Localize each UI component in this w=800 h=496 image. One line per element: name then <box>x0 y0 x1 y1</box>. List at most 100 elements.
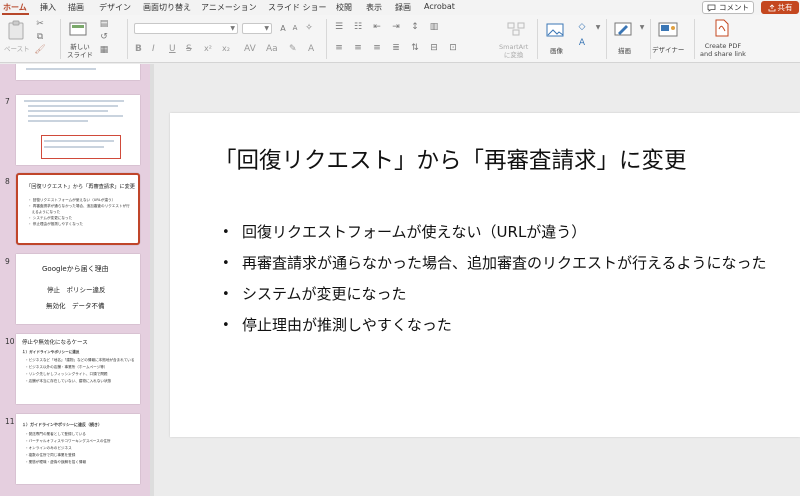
italic-button[interactable]: I <box>152 44 155 54</box>
clear-format-icon[interactable]: ✧ <box>304 22 314 34</box>
font-color-icon[interactable]: A <box>308 44 314 54</box>
ribbon-divider <box>60 19 61 59</box>
slide-number: 9 <box>5 257 10 266</box>
section-icon[interactable]: ▦ <box>98 45 110 55</box>
image-label: 画像 <box>550 47 563 55</box>
font-name-select[interactable]: ▼ <box>134 23 238 34</box>
layout-icon[interactable]: ▤ <box>98 19 110 29</box>
strikethrough-button[interactable]: S <box>186 44 192 54</box>
text-direction-icon[interactable]: ⇅ <box>409 42 421 54</box>
image-button[interactable] <box>545 21 565 39</box>
paste-label: ペースト <box>4 45 30 53</box>
pdf-icon <box>715 19 729 37</box>
bullets-icon[interactable]: ☰ <box>333 21 345 33</box>
smartart-icon <box>507 22 525 36</box>
bullet-item[interactable]: 停止理由が推測しやすくなった <box>222 310 782 341</box>
tab-transitions[interactable]: 画面切り替え <box>143 2 191 13</box>
create-pdf-button[interactable] <box>712 19 732 37</box>
tab-animations[interactable]: アニメーション <box>201 2 257 13</box>
font-size-select[interactable]: ▼ <box>242 23 272 34</box>
slide-thumbnail-8[interactable]: 「回復リクエスト」から「再審査請求」に変更 ・ 回復リクエストフォームが使えない… <box>16 173 140 245</box>
highlight-icon[interactable]: ✎ <box>289 44 297 54</box>
tab-record[interactable]: 録画 <box>395 2 411 13</box>
designer-button[interactable] <box>657 20 679 40</box>
thumbnail-title: 停止や無効化になるケース <box>22 340 88 346</box>
tab-acrobat[interactable]: Acrobat <box>424 2 455 11</box>
slide-title[interactable]: 「回復リクエスト」から「再審査請求」に変更 <box>214 143 687 175</box>
slide-bullet-list[interactable]: 回復リクエストフォームが使えない（URLが違う） 再審査請求が通らなかった場合、… <box>222 217 782 341</box>
slide-thumbnail-9[interactable]: Googleから届く理由 停止 ポリシー違反 無効化 データ不備 <box>16 254 140 324</box>
format-painter-icon[interactable]: 🖌 <box>34 45 45 55</box>
align-right-icon[interactable]: ≡ <box>371 42 383 54</box>
slide-thumbnail-10[interactable]: 停止や無効化になるケース １）ガイドラインやポリシーに違反 ・ビジネスなど「地名… <box>16 334 140 404</box>
ribbon-tab-bar: ホーム 挿入 描画 デザイン 画面切り替え アニメーション スライド ショー 校… <box>0 0 800 15</box>
increase-font-icon[interactable]: A <box>278 22 288 34</box>
slide-editor[interactable]: 「回復リクエスト」から「再審査請求」に変更 回復リクエストフォームが使えない（U… <box>170 113 800 437</box>
slide-thumbnail-pane: 7 8 「回復リクエスト」から「再審査請求」に変更 ・ 回復リクエストフォームが… <box>0 64 150 496</box>
slide-thumbnail-7[interactable] <box>16 95 140 165</box>
comment-label: コメント <box>719 3 749 12</box>
tab-view[interactable]: 表示 <box>366 2 382 13</box>
tab-design[interactable]: デザイン <box>99 2 131 13</box>
columns-icon[interactable]: ▥ <box>428 21 440 33</box>
slide-number: 7 <box>5 97 10 106</box>
tab-review[interactable]: 校閲 <box>336 2 352 13</box>
underline-button[interactable]: U <box>169 44 176 54</box>
thumbnail-title: Googleから届く理由 <box>42 265 109 273</box>
tab-slideshow[interactable]: スライド ショー <box>268 2 327 13</box>
text-box-icon[interactable]: ⊡ <box>447 42 459 54</box>
justify-icon[interactable]: ≣ <box>390 42 402 54</box>
reset-icon[interactable]: ↺ <box>98 32 110 42</box>
decrease-indent-icon[interactable]: ⇤ <box>371 21 383 33</box>
ribbon-divider <box>650 19 651 59</box>
ribbon-divider <box>694 19 695 59</box>
tab-home[interactable]: ホーム <box>3 2 27 13</box>
copy-icon[interactable]: ⧉ <box>35 32 45 42</box>
cut-icon[interactable]: ✂ <box>35 19 45 29</box>
clipboard-icon <box>8 20 24 40</box>
align-center-icon[interactable]: ≡ <box>352 42 364 54</box>
subscript-icon[interactable]: x₂ <box>222 44 230 53</box>
bullet-item[interactable]: 再審査請求が通らなかった場合、追加審査のリクエストが行えるようになった <box>222 248 782 279</box>
drawing-button[interactable] <box>613 21 633 39</box>
change-case-icon[interactable]: Aa <box>266 44 278 54</box>
slide-number: 8 <box>5 177 10 186</box>
shapes-icon[interactable]: ◇ <box>575 21 589 33</box>
share-button[interactable]: 共有 <box>761 1 799 14</box>
slide-number: 11 <box>5 417 15 426</box>
pen-icon <box>614 22 632 36</box>
chevron-down-icon[interactable]: ▼ <box>638 21 646 33</box>
bullet-item[interactable]: システムが変更になった <box>222 279 782 310</box>
ribbon-toolbar: ペースト ✂ ⧉ 🖌 新しい スライド ▤ ↺ ▦ ▼ ▼ A A ✧ B I U… <box>0 15 800 63</box>
comment-icon <box>707 4 716 12</box>
char-spacing-icon[interactable]: AV <box>244 44 256 54</box>
share-icon <box>768 3 775 11</box>
tab-insert[interactable]: 挿入 <box>40 2 56 13</box>
paste-button[interactable] <box>5 19 27 41</box>
decrease-font-icon[interactable]: A <box>290 22 300 34</box>
superscript-icon[interactable]: x² <box>204 44 212 53</box>
ribbon-divider <box>606 19 607 59</box>
new-slide-button[interactable] <box>68 19 90 39</box>
new-slide-icon <box>69 22 87 36</box>
textbox-insert-icon[interactable]: A <box>575 37 589 49</box>
comment-button[interactable]: コメント <box>702 1 754 14</box>
slide-thumbnail[interactable] <box>16 64 140 80</box>
ribbon-divider <box>127 19 128 59</box>
smartart-label: SmartArt に変換 <box>499 43 529 59</box>
slide-thumbnail-11[interactable]: １）ガイドラインやポリシーに違反（続き） ・発送専門の業者として登録している ・… <box>16 414 140 484</box>
bold-button[interactable]: B <box>135 44 142 54</box>
align-text-icon[interactable]: ⊟ <box>428 42 440 54</box>
bullet-item[interactable]: 回復リクエストフォームが使えない（URLが違う） <box>222 217 782 248</box>
align-left-icon[interactable]: ≡ <box>333 42 345 54</box>
numbering-icon[interactable]: ☷ <box>352 21 364 33</box>
chevron-down-icon[interactable]: ▼ <box>594 21 602 33</box>
ribbon-divider <box>537 19 538 59</box>
tab-draw[interactable]: 描画 <box>68 2 84 13</box>
line-spacing-icon[interactable]: ↕ <box>409 21 421 33</box>
create-pdf-label: Create PDF and share link <box>700 42 746 58</box>
drawing-label: 描画 <box>618 47 631 55</box>
increase-indent-icon[interactable]: ⇥ <box>390 21 402 33</box>
smartart-button[interactable] <box>505 19 527 39</box>
thumbnail-title: 「回復リクエスト」から「再審査請求」に変更 <box>26 184 135 190</box>
